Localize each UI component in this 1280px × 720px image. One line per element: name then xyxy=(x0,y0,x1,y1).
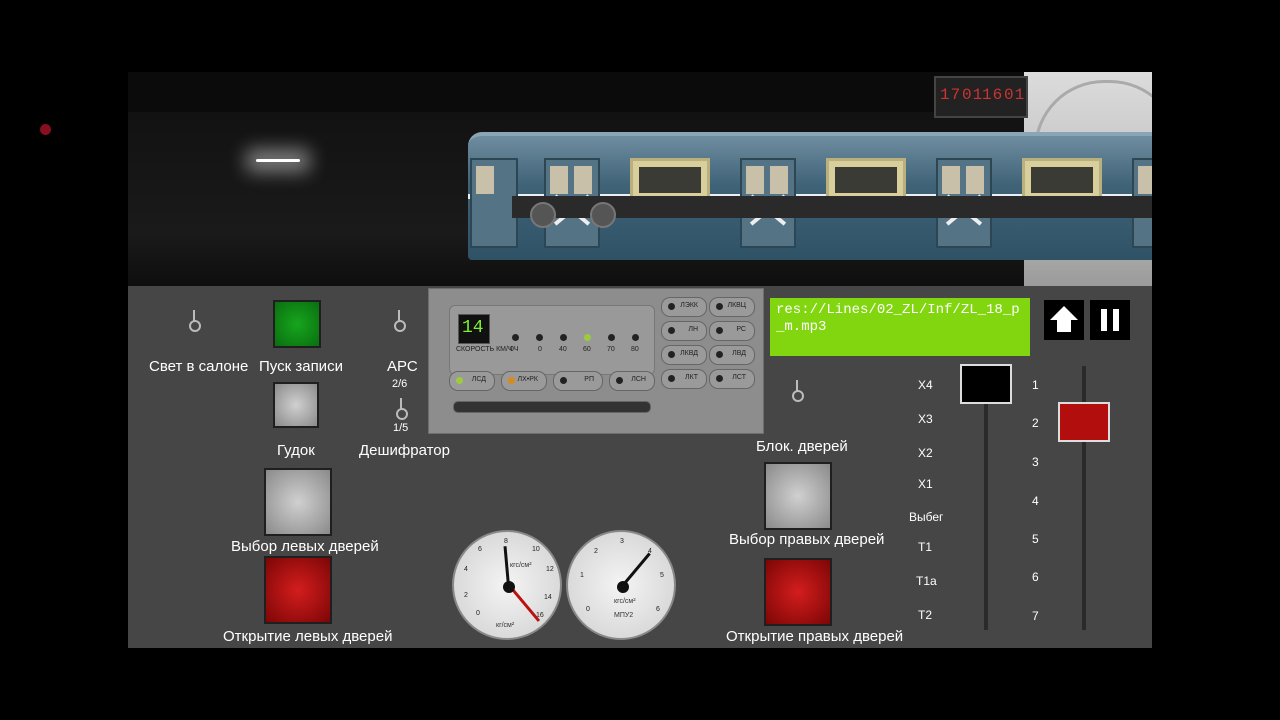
salon-light-label: Свет в салоне xyxy=(149,358,249,375)
brake-handle[interactable] xyxy=(1058,402,1110,442)
reverser-pos: 5 xyxy=(1032,532,1039,546)
ars-mode-toggle[interactable] xyxy=(394,398,408,420)
indicator-lkvts: ЛКВЦ xyxy=(709,297,755,317)
salon-light-toggle[interactable] xyxy=(187,310,201,332)
reverser-pos: 3 xyxy=(1032,455,1039,469)
ars-label: АРС xyxy=(387,358,418,375)
indicator-lkt: ЛКТ xyxy=(661,369,707,389)
indicator-lsd: ЛСД xyxy=(449,371,495,391)
decoder-label: Дешифратор xyxy=(359,442,450,459)
upload-button[interactable] xyxy=(1044,300,1084,340)
train-wheel xyxy=(590,202,616,228)
controller-pos-coast: Выбег xyxy=(909,510,944,524)
start-recording-label: Пуск записи xyxy=(259,358,343,375)
select-left-doors-label: Выбор левых дверей xyxy=(231,538,379,555)
ars-mode-upper: 2/6 xyxy=(392,378,408,390)
reverser-pos: 7 xyxy=(1032,609,1039,623)
door-block-label: Блок. дверей xyxy=(756,438,848,455)
speed-mark: 80 xyxy=(631,346,639,353)
controller-pos-t2: Т2 xyxy=(918,608,933,622)
driver-control-panel: Свет в салоне Пуск записи АРС 2/6 1/5 Гу… xyxy=(128,286,1152,648)
instrument-panel: 14 СКОРОСТЬ КМ/Ч 0Ч 0 40 60 70 80 ЛСД ЛХ… xyxy=(428,288,764,434)
open-left-doors-label: Открытие левых дверей xyxy=(223,628,393,645)
select-right-doors-button[interactable] xyxy=(764,462,832,530)
select-left-doors-button[interactable] xyxy=(264,468,332,536)
pause-button[interactable] xyxy=(1090,300,1130,340)
controller-pos-x4: Х4 xyxy=(918,378,933,392)
start-recording-button[interactable] xyxy=(273,300,321,348)
clock-seconds: 16 xyxy=(982,86,1004,104)
indicator-lst: ЛСТ xyxy=(709,369,755,389)
up-arrow-icon xyxy=(1050,306,1078,332)
announcement-file-path: res://Lines/02_ZL/Inf/ZL_18_p_m.mp3 xyxy=(770,298,1030,356)
indicator-rp: РП xyxy=(553,371,603,391)
reverser-pos: 2 xyxy=(1032,416,1039,430)
door-block-toggle[interactable] xyxy=(790,380,804,402)
select-right-doors-label: Выбор правых дверей xyxy=(729,531,885,548)
gauge-hub xyxy=(503,581,515,593)
right-gauge-sub: МПУ2 xyxy=(614,612,634,619)
indicator-lkh-rk: ЛХ•РК xyxy=(501,371,547,391)
pause-icon xyxy=(1101,309,1119,331)
controller-track xyxy=(984,376,988,630)
instrument-slot xyxy=(453,401,651,413)
ars-toggle[interactable] xyxy=(392,310,406,332)
speed-mark: 70 xyxy=(607,346,615,353)
speed-lamp xyxy=(632,334,639,341)
speed-mark: 0Ч xyxy=(510,346,519,353)
speed-mark: 0 xyxy=(538,346,542,353)
train-cab-door xyxy=(470,158,518,248)
controller-handle[interactable] xyxy=(960,364,1012,404)
speed-mark: 40 xyxy=(559,346,567,353)
station-clock: 17 01 16 01 xyxy=(934,76,1028,118)
reverser-pos: 4 xyxy=(1032,494,1039,508)
speed-lamp xyxy=(560,334,567,341)
pressure-gauge-right: 3 2 4 1 5 0 6 кгс/см² МПУ2 xyxy=(566,530,676,640)
clock-minutes: 01 xyxy=(962,86,984,104)
speedometer: 14 xyxy=(458,314,490,344)
game-screen: 17 01 16 01 Свет в салоне Пуск записи АР… xyxy=(0,0,1280,720)
clock-hours: 17 xyxy=(940,86,962,104)
speed-lamp xyxy=(536,334,543,341)
controller-pos-x3: Х3 xyxy=(918,412,933,426)
reverser-pos: 6 xyxy=(1032,570,1039,584)
speed-display-area: 14 СКОРОСТЬ КМ/Ч 0Ч 0 40 60 70 80 xyxy=(449,305,655,375)
horn-label: Гудок xyxy=(277,442,315,459)
indicator-lsn: ЛСН xyxy=(609,371,655,391)
indicator-lkvd: ЛКВД xyxy=(661,345,707,365)
indicator-ln: ЛН xyxy=(661,321,707,341)
tunnel-lamp xyxy=(256,159,300,162)
speed-lamp-lit xyxy=(584,334,591,341)
open-right-doors-label: Открытие правых дверей xyxy=(726,628,904,645)
indicator-lekk: ЛЭКК xyxy=(661,297,707,317)
indicator-lvd: ЛВД xyxy=(709,345,755,365)
tunnel-scene: 17 01 16 01 xyxy=(128,72,1152,286)
open-left-doors-button[interactable] xyxy=(264,556,332,624)
ars-mode-lower: 1/5 xyxy=(393,422,409,434)
indicator-rs: РС xyxy=(709,321,755,341)
controller-pos-x1: Х1 xyxy=(918,477,933,491)
reverser-pos: 1 xyxy=(1032,378,1039,392)
controller-pos-x2: Х2 xyxy=(918,446,933,460)
left-gauge-unit: кгс/см² xyxy=(510,562,532,569)
pressure-gauge-left: 8 6 10 4 12 2 14 0 16 кгс/см² кг/см² xyxy=(452,530,562,640)
speed-label: СКОРОСТЬ КМ/Ч xyxy=(456,346,513,353)
recording-indicator-dot xyxy=(40,124,51,135)
clock-interval: 01 xyxy=(1004,86,1026,104)
speed-lamp xyxy=(608,334,615,341)
speed-value: 14 xyxy=(462,318,484,338)
speed-mark: 60 xyxy=(583,346,591,353)
speed-lamp xyxy=(512,334,519,341)
open-right-doors-button[interactable] xyxy=(764,558,832,626)
controller-pos-t1: Т1 xyxy=(918,540,933,554)
left-gauge-sub: кг/см² xyxy=(496,622,515,629)
right-gauge-unit: кгс/см² xyxy=(614,598,636,605)
gauge-hub xyxy=(617,581,629,593)
train-wheel xyxy=(530,202,556,228)
controller-pos-t1a: Т1а xyxy=(916,574,937,588)
horn-button[interactable] xyxy=(273,382,319,428)
